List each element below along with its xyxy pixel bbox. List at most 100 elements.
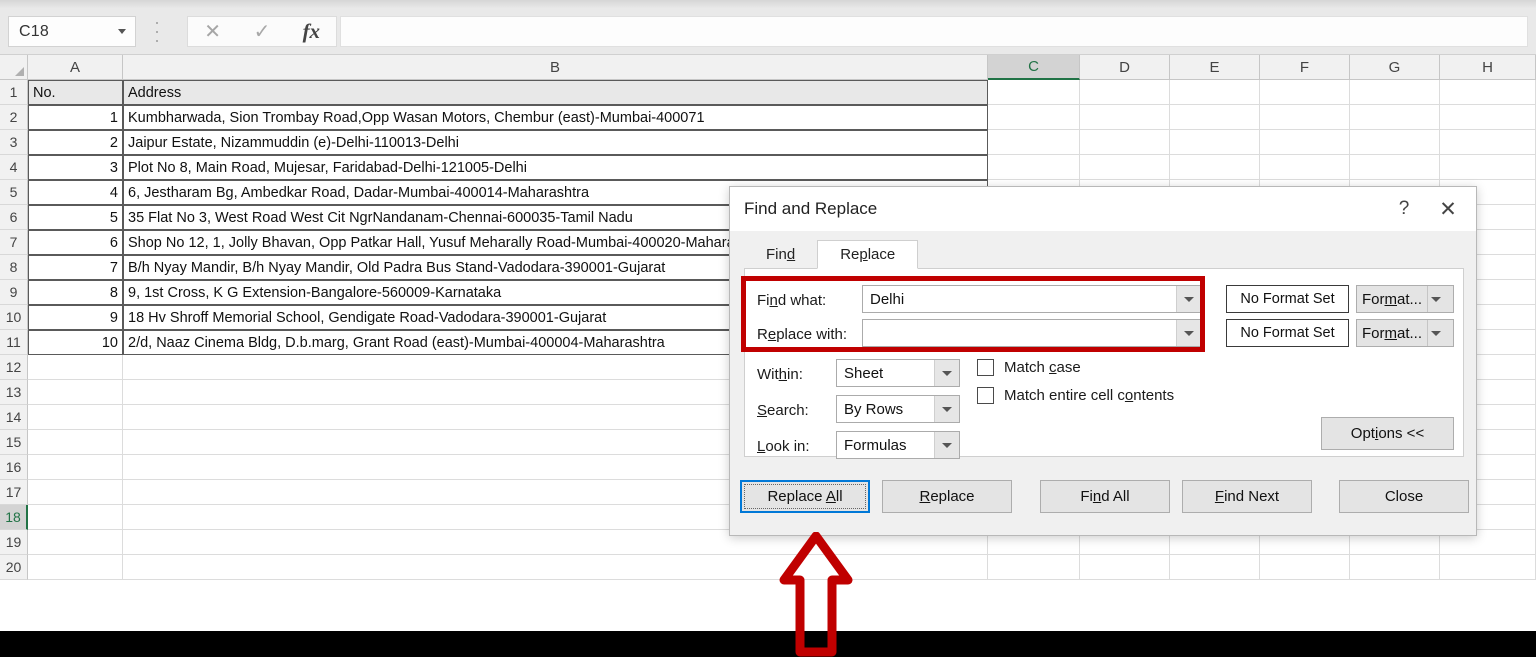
dialog-title-bar[interactable]: Find and Replace ? ✕ bbox=[730, 187, 1476, 231]
cell-A8[interactable]: 7 bbox=[28, 255, 123, 280]
cell-E20[interactable] bbox=[1170, 555, 1260, 580]
row-header-18[interactable]: 18 bbox=[0, 505, 28, 530]
cell-A12[interactable] bbox=[28, 355, 123, 380]
within-dropdown-icon[interactable] bbox=[934, 360, 959, 386]
cell-A20[interactable] bbox=[28, 555, 123, 580]
cell-E3[interactable] bbox=[1170, 130, 1260, 155]
column-header-C[interactable]: C bbox=[988, 55, 1080, 80]
cell-C20[interactable] bbox=[988, 555, 1080, 580]
row-header-16[interactable]: 16 bbox=[0, 455, 28, 480]
cell-D4[interactable] bbox=[1080, 155, 1170, 180]
match-entire-cell-checkbox[interactable]: Match entire cell contents bbox=[977, 387, 1174, 404]
cell-A18[interactable] bbox=[28, 505, 123, 530]
cell-D2[interactable] bbox=[1080, 105, 1170, 130]
formula-input[interactable] bbox=[340, 16, 1528, 47]
cell-G20[interactable] bbox=[1350, 555, 1440, 580]
row-header-2[interactable]: 2 bbox=[0, 105, 28, 130]
name-box-dropdown-icon[interactable] bbox=[109, 17, 135, 46]
name-box[interactable]: C18 bbox=[8, 16, 136, 47]
cell-B2[interactable]: Kumbharwada, Sion Trombay Road,Opp Wasan… bbox=[123, 105, 988, 130]
cell-F1[interactable] bbox=[1260, 80, 1350, 105]
row-header-13[interactable]: 13 bbox=[0, 380, 28, 405]
find-next-button[interactable]: Find Next bbox=[1182, 480, 1312, 513]
row-header-3[interactable]: 3 bbox=[0, 130, 28, 155]
find-what-input[interactable]: Delhi bbox=[862, 285, 1202, 313]
find-what-dropdown-icon[interactable] bbox=[1176, 286, 1201, 312]
column-header-F[interactable]: F bbox=[1260, 55, 1350, 80]
row-header-1[interactable]: 1 bbox=[0, 80, 28, 105]
look-in-dropdown-icon[interactable] bbox=[934, 432, 959, 458]
row-header-14[interactable]: 14 bbox=[0, 405, 28, 430]
within-select[interactable]: Sheet bbox=[836, 359, 960, 387]
column-header-H[interactable]: H bbox=[1440, 55, 1536, 80]
replace-button[interactable]: Replace bbox=[882, 480, 1012, 513]
cell-A16[interactable] bbox=[28, 455, 123, 480]
cell-A13[interactable] bbox=[28, 380, 123, 405]
row-header-9[interactable]: 9 bbox=[0, 280, 28, 305]
cell-G4[interactable] bbox=[1350, 155, 1440, 180]
cell-A14[interactable] bbox=[28, 405, 123, 430]
cell-A4[interactable]: 3 bbox=[28, 155, 123, 180]
cell-H1[interactable] bbox=[1440, 80, 1536, 105]
cell-C1[interactable] bbox=[988, 80, 1080, 105]
cell-A5[interactable]: 4 bbox=[28, 180, 123, 205]
format-replace-dropdown-icon[interactable] bbox=[1427, 320, 1443, 346]
format-button-replace[interactable]: Format... bbox=[1356, 319, 1454, 347]
tab-find[interactable]: Fin d bbox=[744, 240, 818, 269]
help-icon[interactable]: ? bbox=[1382, 192, 1426, 226]
cell-A6[interactable]: 5 bbox=[28, 205, 123, 230]
replace-all-button[interactable]: Replace All bbox=[740, 480, 870, 513]
cell-F4[interactable] bbox=[1260, 155, 1350, 180]
column-header-G[interactable]: G bbox=[1350, 55, 1440, 80]
cell-H20[interactable] bbox=[1440, 555, 1536, 580]
close-button[interactable]: Close bbox=[1339, 480, 1469, 513]
row-header-20[interactable]: 20 bbox=[0, 555, 28, 580]
row-header-4[interactable]: 4 bbox=[0, 155, 28, 180]
cell-G2[interactable] bbox=[1350, 105, 1440, 130]
cell-D20[interactable] bbox=[1080, 555, 1170, 580]
options-button[interactable]: Options << bbox=[1321, 417, 1454, 450]
match-entire-cell-box-icon[interactable] bbox=[977, 387, 994, 404]
column-header-A[interactable]: A bbox=[28, 55, 123, 80]
enter-icon[interactable]: ✓ bbox=[237, 17, 286, 46]
cell-H4[interactable] bbox=[1440, 155, 1536, 180]
replace-with-input[interactable] bbox=[862, 319, 1202, 347]
cell-B20[interactable] bbox=[123, 555, 988, 580]
row-header-8[interactable]: 8 bbox=[0, 255, 28, 280]
column-header-E[interactable]: E bbox=[1170, 55, 1260, 80]
row-header-12[interactable]: 12 bbox=[0, 355, 28, 380]
close-icon[interactable]: ✕ bbox=[1426, 192, 1470, 226]
cell-A10[interactable]: 9 bbox=[28, 305, 123, 330]
cell-C2[interactable] bbox=[988, 105, 1080, 130]
match-case-checkbox[interactable]: Match case bbox=[977, 359, 1081, 376]
cell-D1[interactable] bbox=[1080, 80, 1170, 105]
cell-A17[interactable] bbox=[28, 480, 123, 505]
row-header-7[interactable]: 7 bbox=[0, 230, 28, 255]
cell-H2[interactable] bbox=[1440, 105, 1536, 130]
cell-A3[interactable]: 2 bbox=[28, 130, 123, 155]
row-header-15[interactable]: 15 bbox=[0, 430, 28, 455]
cell-C3[interactable] bbox=[988, 130, 1080, 155]
insert-function-icon[interactable]: fx bbox=[287, 17, 336, 46]
cell-D3[interactable] bbox=[1080, 130, 1170, 155]
cell-B1[interactable]: Address bbox=[123, 80, 988, 105]
cell-C4[interactable] bbox=[988, 155, 1080, 180]
cell-A15[interactable] bbox=[28, 430, 123, 455]
cell-G3[interactable] bbox=[1350, 130, 1440, 155]
cell-H3[interactable] bbox=[1440, 130, 1536, 155]
cell-E4[interactable] bbox=[1170, 155, 1260, 180]
search-select[interactable]: By Rows bbox=[836, 395, 960, 423]
look-in-select[interactable]: Formulas bbox=[836, 431, 960, 459]
cell-G1[interactable] bbox=[1350, 80, 1440, 105]
cell-B4[interactable]: Plot No 8, Main Road, Mujesar, Faridabad… bbox=[123, 155, 988, 180]
row-header-19[interactable]: 19 bbox=[0, 530, 28, 555]
row-header-6[interactable]: 6 bbox=[0, 205, 28, 230]
column-header-D[interactable]: D bbox=[1080, 55, 1170, 80]
match-case-box-icon[interactable] bbox=[977, 359, 994, 376]
format-button-find[interactable]: Format... bbox=[1356, 285, 1454, 313]
row-header-10[interactable]: 10 bbox=[0, 305, 28, 330]
tab-replace[interactable]: Re p lace bbox=[817, 240, 919, 269]
find-all-button[interactable]: Find All bbox=[1040, 480, 1170, 513]
search-dropdown-icon[interactable] bbox=[934, 396, 959, 422]
cell-A9[interactable]: 8 bbox=[28, 280, 123, 305]
